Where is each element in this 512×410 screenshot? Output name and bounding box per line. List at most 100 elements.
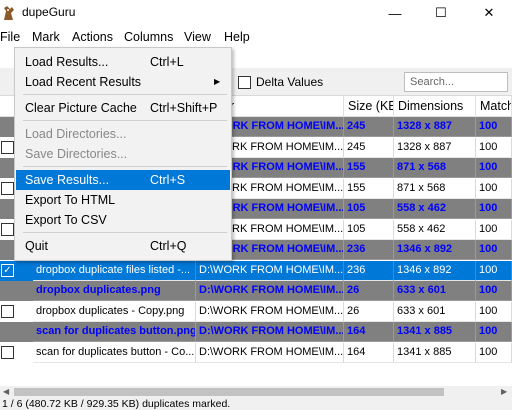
cell-folder: D:\WORK FROM HOME\IM... [196, 301, 344, 322]
row-checkbox[interactable]: ✓ [1, 263, 14, 277]
cell-match: 100 [476, 137, 512, 158]
cell-size: 164 [344, 342, 394, 363]
menu-item-quit[interactable]: Quit Ctrl+Q [16, 236, 230, 256]
menu-item-save-results[interactable]: Save Results... Ctrl+S [16, 170, 230, 190]
cell-dims: 633 x 601 [394, 301, 476, 322]
cell-dims: 871 x 568 [394, 158, 476, 178]
table-row[interactable]: dropbox duplicates - Copy.png D:\WORK FRO… [0, 301, 512, 322]
cell-match: 100 [476, 322, 512, 342]
row-checkbox[interactable] [1, 181, 14, 195]
cell-name: dropbox duplicates.png [33, 281, 196, 301]
scroll-right-icon[interactable]: ▶ [501, 387, 507, 396]
menu-item-label: Load Directories... [25, 127, 127, 141]
row-checkbox[interactable] [1, 140, 14, 154]
scroll-left-icon[interactable]: ◀ [3, 387, 9, 396]
row-checkbox[interactable] [1, 304, 14, 318]
menu-item-label: Quit [25, 239, 48, 253]
menu-help[interactable]: Help [224, 30, 250, 44]
cell-name: dropbox duplicate files listed -... [33, 260, 196, 281]
menu-bar: File Mark Actions Columns View Help [0, 28, 512, 48]
scrollbar-thumb[interactable] [14, 388, 444, 396]
cell-match: 100 [476, 260, 512, 281]
menu-item-shortcut: Ctrl+L [150, 55, 184, 69]
menu-item-shortcut: Ctrl+Shift+P [150, 101, 218, 115]
cell-folder: D:\WORK FROM HOME\IM... [196, 342, 344, 363]
cell-size: 236 [344, 260, 394, 281]
menu-item-label: Clear Picture Cache [25, 101, 137, 115]
delta-values-checkbox[interactable] [238, 75, 251, 89]
menu-separator [23, 166, 227, 167]
cell-size: 245 [344, 117, 394, 137]
cell-match: 100 [476, 158, 512, 178]
cell-name: dropbox duplicates - Copy.png [33, 301, 196, 322]
cell-folder: D:\WORK FROM HOME\IM... [196, 260, 344, 281]
cell-folder: D:\WORK FROM HOME\IM... [196, 281, 344, 301]
menu-item-label: Export To HTML [25, 193, 116, 207]
cell-dims: 1328 x 887 [394, 117, 476, 137]
menu-item-label: Save Results... [25, 173, 110, 187]
cell-size: 105 [344, 199, 394, 219]
table-row[interactable]: scan for duplicates button - Co... D:\WOR… [0, 342, 512, 363]
cell-match: 100 [476, 240, 512, 260]
cell-dims: 1341 x 885 [394, 322, 476, 342]
menu-item-load-recent-results[interactable]: Load Recent Results ▶ [16, 72, 230, 92]
cell-match: 100 [476, 117, 512, 137]
row-checkbox[interactable] [1, 222, 14, 236]
cell-dims: 1346 x 892 [394, 240, 476, 260]
row-checkbox[interactable] [1, 345, 14, 359]
cell-dims: 1341 x 885 [394, 342, 476, 363]
submenu-arrow-icon: ▶ [214, 77, 221, 86]
menu-file[interactable]: File [0, 30, 20, 44]
column-header-size[interactable]: Size (KB) [344, 96, 394, 117]
close-button[interactable]: ✕ [466, 0, 512, 26]
menu-item-clear-picture-cache[interactable]: Clear Picture Cache Ctrl+Shift+P [16, 98, 230, 118]
menu-separator [23, 120, 227, 121]
menu-item-shortcut: Ctrl+Q [150, 239, 187, 253]
cell-match: 100 [476, 219, 512, 240]
status-bar: 1 / 6 (480.72 KB / 929.35 KB) duplicates… [0, 398, 512, 410]
menu-item-shortcut: Ctrl+S [150, 173, 186, 187]
menu-item-save-directories: Save Directories... [16, 144, 230, 164]
menu-actions[interactable]: Actions [72, 30, 113, 44]
delta-values-label: Delta Values [256, 75, 324, 89]
menu-item-load-results[interactable]: Load Results... Ctrl+L [16, 52, 230, 72]
cell-match: 100 [476, 342, 512, 363]
cell-size: 105 [344, 219, 394, 240]
cell-match: 100 [476, 301, 512, 322]
search-input[interactable]: Search... [404, 72, 508, 92]
cell-size: 155 [344, 178, 394, 199]
cell-dims: 558 x 462 [394, 199, 476, 219]
cell-size: 26 [344, 301, 394, 322]
cell-size: 26 [344, 281, 394, 301]
cell-folder: D:\WORK FROM HOME\IM... [196, 322, 344, 342]
cell-name: scan for duplicates button - Co... [33, 342, 196, 363]
cell-size: 164 [344, 322, 394, 342]
dupeguru-logo-icon [4, 6, 14, 20]
maximize-button[interactable]: ☐ [418, 0, 464, 26]
menu-item-export-to-csv[interactable]: Export To CSV [16, 210, 230, 230]
title-bar: dupeGuru — ☐ ✕ [0, 0, 512, 26]
cell-dims: 1346 x 892 [394, 260, 476, 281]
table-row[interactable]: scan for duplicates button.png D:\WORK FR… [0, 322, 512, 342]
table-row[interactable]: dropbox duplicates.png D:\WORK FROM HOME\… [0, 281, 512, 301]
menu-columns[interactable]: Columns [124, 30, 173, 44]
cell-size: 236 [344, 240, 394, 260]
menu-item-export-to-html[interactable]: Export To HTML [16, 190, 230, 210]
cell-name: scan for duplicates button.png [33, 322, 196, 342]
table-row[interactable]: ✓ dropbox duplicate files listed -... D:\W… [0, 260, 512, 281]
cell-dims: 633 x 601 [394, 281, 476, 301]
menu-mark[interactable]: Mark [32, 30, 60, 44]
minimize-button[interactable]: — [372, 0, 418, 26]
column-header-match[interactable]: Match % [476, 96, 512, 117]
menu-item-label: Load Results... [25, 55, 109, 69]
window-title: dupeGuru [22, 5, 76, 19]
column-header-dimensions[interactable]: Dimensions [394, 96, 476, 117]
cell-size: 155 [344, 158, 394, 178]
delta-values-toggle[interactable]: Delta Values [238, 75, 323, 89]
file-menu-dropdown: Load Results... Ctrl+L Load Recent Results… [14, 47, 232, 261]
menu-view[interactable]: View [184, 30, 211, 44]
horizontal-scrollbar[interactable]: ◀ ▶ [0, 386, 512, 398]
menu-item-label: Export To CSV [25, 213, 107, 227]
menu-separator [23, 232, 227, 233]
menu-item-label: Save Directories... [25, 147, 128, 161]
